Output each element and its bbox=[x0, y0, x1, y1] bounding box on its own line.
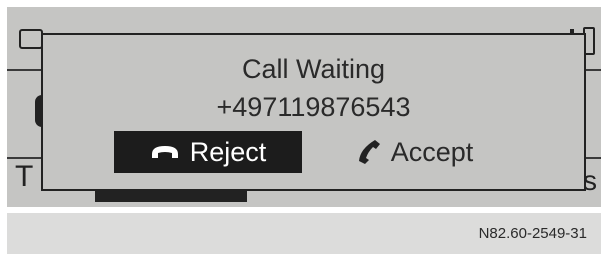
background-footer-text-left: T bbox=[15, 160, 34, 193]
hang-up-icon bbox=[150, 144, 180, 160]
display-screen: T s Call Waiting +497119876543 Reject Ac… bbox=[7, 7, 601, 207]
background-selected-bar bbox=[95, 190, 247, 202]
phone-handset-icon bbox=[357, 139, 381, 165]
caller-number: +497119876543 bbox=[216, 92, 411, 122]
accept-label: Accept bbox=[390, 136, 474, 167]
call-waiting-dialog: Call Waiting +497119876543 Reject Accept bbox=[41, 33, 586, 191]
figure-caption-band: N82.60-2549-31 bbox=[7, 213, 601, 254]
reject-label: Reject bbox=[189, 136, 267, 167]
accept-button[interactable]: Accept bbox=[345, 131, 485, 173]
figure-id: N82.60-2549-31 bbox=[478, 225, 587, 242]
reject-button[interactable]: Reject bbox=[114, 131, 302, 173]
dialog-title: Call Waiting bbox=[241, 54, 386, 84]
tab-icon bbox=[19, 29, 43, 49]
